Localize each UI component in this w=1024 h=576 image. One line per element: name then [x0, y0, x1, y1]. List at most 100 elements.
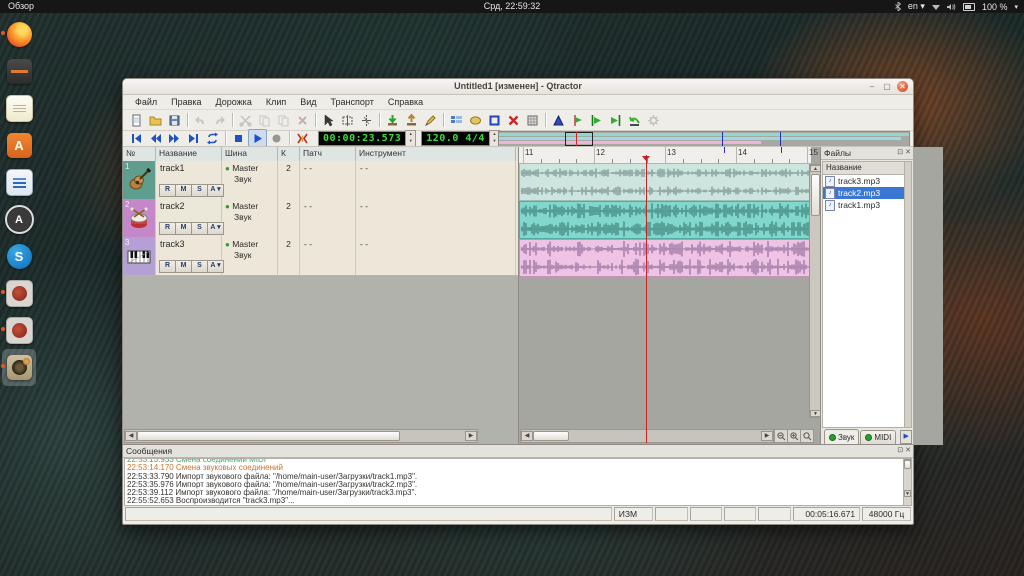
play-button[interactable] [248, 129, 267, 147]
dock-item-qtractor[interactable] [2, 349, 36, 386]
view-mixer-button[interactable] [504, 111, 523, 129]
marker-button[interactable] [549, 111, 568, 129]
menu-help[interactable]: Справка [382, 96, 429, 108]
column-header-5[interactable]: Инструмент [356, 147, 516, 161]
file-item-track1.mp3[interactable]: ♪track1.mp3 [823, 199, 905, 211]
track-m-button[interactable]: M [175, 260, 192, 273]
audio-clip-track1[interactable] [519, 163, 811, 201]
file-item-track2.mp3[interactable]: ♪track2.mp3 [823, 187, 905, 199]
track-row-track2[interactable]: 2track2RMSA ▾● MasterЗвук2- -- - [123, 199, 518, 238]
file-play-button[interactable]: ▶ [900, 430, 912, 444]
close-panel-icon[interactable]: ✕ [905, 446, 911, 454]
edit-mode-split-button[interactable] [357, 111, 376, 129]
track-s-button[interactable]: S [191, 222, 208, 235]
dock-item-audio-app[interactable]: A [2, 201, 36, 238]
rewind-to-start-button[interactable] [127, 129, 146, 147]
files-dock-title[interactable]: Файлы ⊡ ✕ [821, 147, 913, 160]
files-tab-midi[interactable]: MIDI [860, 430, 896, 444]
dock-item-media-app-2[interactable] [2, 312, 36, 349]
dock-item-media-app-1[interactable] [2, 275, 36, 312]
dock-item-firefox[interactable] [2, 16, 36, 53]
session-thumbnail[interactable] [498, 131, 910, 147]
track-r-button[interactable]: R [159, 222, 176, 235]
edit-mode-select-button[interactable] [319, 111, 338, 129]
new-file-button[interactable] [127, 111, 146, 129]
dock-item-skype[interactable]: S [2, 238, 36, 275]
float-panel-icon[interactable]: ⊡ [897, 446, 903, 454]
track-r-button[interactable]: R [159, 184, 176, 197]
keyboard-layout[interactable]: en ▾ [908, 1, 925, 12]
loop-toggle-button[interactable] [203, 129, 222, 147]
loop-start-button[interactable] [587, 111, 606, 129]
view-files-button[interactable] [447, 111, 466, 129]
save-file-button[interactable] [165, 111, 184, 129]
clip-editor-button[interactable] [421, 111, 440, 129]
fast-forward-button[interactable] [165, 129, 184, 147]
open-file-button[interactable] [146, 111, 165, 129]
edit-mode-range-button[interactable] [338, 111, 357, 129]
menu-file[interactable]: Файл [129, 96, 163, 108]
view-editor-button[interactable] [523, 111, 542, 129]
loop-marker[interactable] [724, 147, 725, 153]
files-vscrollbar[interactable] [904, 161, 912, 428]
column-header-0[interactable]: № [123, 147, 156, 161]
dock-item-ubuntu-software[interactable]: A [2, 127, 36, 164]
timeline-ruler[interactable]: 1112131415 [519, 147, 811, 164]
track-s-button[interactable]: S [191, 260, 208, 273]
window-titlebar[interactable]: Untitled1 [изменен] - Qtractor – ▢ ✕ [123, 79, 913, 95]
audio-clip-track3[interactable] [519, 239, 811, 277]
dock-item-file-archiver[interactable] [2, 53, 36, 90]
view-messages-button[interactable] [466, 111, 485, 129]
track-list-header[interactable]: №НазваниеШинаКПатчИнструмент [123, 147, 518, 162]
stop-button[interactable] [229, 129, 248, 147]
view-connections-button[interactable] [485, 111, 504, 129]
file-item-track3.mp3[interactable]: ♪track3.mp3 [823, 175, 905, 187]
files-column-header[interactable]: Название [822, 161, 906, 175]
menu-edit[interactable]: Правка [165, 96, 207, 108]
column-header-3[interactable]: К [278, 147, 300, 161]
track-m-button[interactable]: M [175, 184, 192, 197]
menu-track[interactable]: Дорожка [210, 96, 258, 108]
menu-clip[interactable]: Клип [260, 96, 292, 108]
files-tab-звук[interactable]: Звук [824, 429, 859, 444]
loop-back-button[interactable] [625, 111, 644, 129]
column-header-2[interactable]: Шина [222, 147, 278, 161]
loop-marker[interactable] [781, 147, 782, 153]
track-list-hscrollbar[interactable]: ◀ ▶ [124, 429, 478, 443]
messages-vscrollbar[interactable]: ▲ ▼ [903, 458, 912, 506]
float-panel-icon[interactable]: ⊡ [897, 148, 903, 156]
zoom-out-button[interactable] [774, 429, 788, 443]
timeline-hscrollbar[interactable]: ◀ ▶ [520, 429, 774, 443]
thumbnail-viewport[interactable] [565, 132, 593, 146]
zoom-reset-button[interactable] [800, 429, 814, 443]
track-r-button[interactable]: R [159, 260, 176, 273]
minimize-button[interactable]: – [867, 82, 877, 92]
track-s-button[interactable]: S [191, 184, 208, 197]
import-track-button[interactable] [383, 111, 402, 129]
export-track-button[interactable] [402, 111, 421, 129]
close-panel-icon[interactable]: ✕ [905, 148, 911, 156]
dock-item-text-editor[interactable] [2, 90, 36, 127]
dock-item-document-viewer[interactable] [2, 164, 36, 201]
playhead-marker[interactable] [642, 156, 650, 165]
track-row-track3[interactable]: 3track3RMSA ▾● MasterЗвук2- -- - [123, 237, 518, 276]
column-header-1[interactable]: Название [156, 147, 222, 161]
audio-clip-track2[interactable] [519, 201, 811, 239]
messages-log[interactable]: 22:53:13.933 Смена соединений MIDI22:53:… [124, 458, 904, 506]
tempo-display[interactable]: 120.0 4/4 [421, 131, 489, 146]
rewind-button[interactable] [146, 129, 165, 147]
loop-end-button[interactable] [606, 111, 625, 129]
punch-in-button[interactable] [568, 111, 587, 129]
zoom-in-button[interactable] [787, 429, 801, 443]
punch-button[interactable] [293, 129, 312, 147]
maximize-button[interactable]: ▢ [882, 82, 892, 92]
time-display[interactable]: 00:00:23.573 [318, 131, 405, 146]
system-indicators[interactable]: en ▾ 100 % ▾ [895, 1, 1018, 12]
time-spinner[interactable]: ▲▼ [405, 130, 416, 147]
close-button[interactable]: ✕ [897, 81, 908, 92]
messages-dock-title[interactable]: Сообщения ⊡ ✕ [123, 445, 913, 458]
track-row-track1[interactable]: 1track1RMSA ▾● MasterЗвук2- -- - [123, 161, 518, 200]
track-m-button[interactable]: M [175, 222, 192, 235]
menu-transport[interactable]: Транспорт [325, 96, 380, 108]
column-header-4[interactable]: Патч [300, 147, 356, 161]
